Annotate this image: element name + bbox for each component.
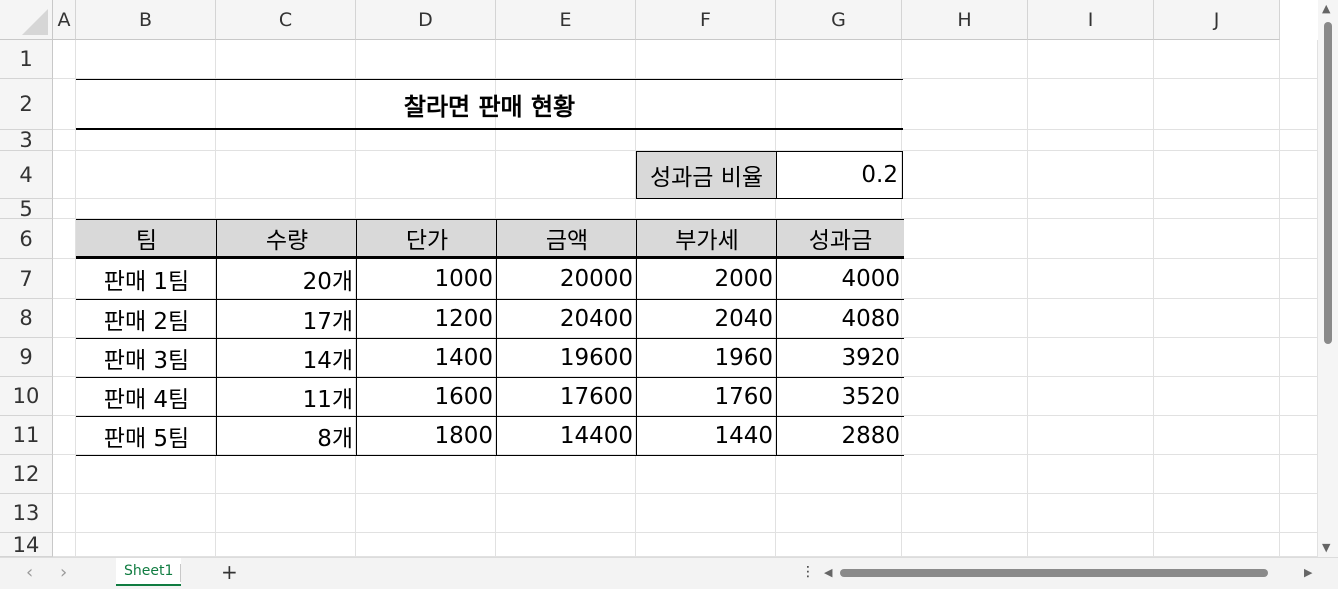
column-header-a[interactable]: A bbox=[53, 0, 76, 40]
row-header-4[interactable]: 4 bbox=[0, 151, 53, 199]
row-header-9[interactable]: 9 bbox=[0, 338, 53, 377]
table-cell[interactable]: 1960 bbox=[636, 338, 777, 378]
table-cell[interactable]: 14개 bbox=[216, 338, 357, 378]
table-cell[interactable]: 14400 bbox=[496, 416, 637, 456]
chevron-right-icon[interactable]: › bbox=[60, 562, 67, 583]
table-header-cell[interactable]: 금액 bbox=[496, 219, 637, 259]
column-header-e[interactable]: E bbox=[496, 0, 636, 40]
vertical-scroll-thumb[interactable] bbox=[1324, 22, 1332, 344]
row-header-3[interactable]: 3 bbox=[0, 130, 53, 151]
sheet-tab-sheet1[interactable]: Sheet1 bbox=[116, 558, 182, 586]
team-name-cell[interactable]: 판매 5팀 bbox=[76, 416, 217, 456]
tab-divider bbox=[180, 564, 181, 582]
bonus-rate-label-cell[interactable]: 성과금 비율 bbox=[636, 151, 777, 199]
table-cell[interactable]: 8개 bbox=[216, 416, 357, 456]
table-cell[interactable]: 2880 bbox=[776, 416, 904, 456]
scroll-left-icon[interactable]: ◀ bbox=[824, 566, 832, 579]
table-cell[interactable]: 4000 bbox=[776, 259, 904, 300]
column-header-f[interactable]: F bbox=[636, 0, 776, 40]
column-header-c[interactable]: C bbox=[216, 0, 356, 40]
column-header-h[interactable]: H bbox=[902, 0, 1028, 40]
table-header-cell[interactable]: 팀 bbox=[76, 219, 217, 259]
table-cell[interactable]: 2040 bbox=[636, 299, 777, 339]
column-header-b[interactable]: B bbox=[76, 0, 216, 40]
vertical-scrollbar[interactable]: ▲ ▼ bbox=[1318, 0, 1338, 557]
team-name-cell[interactable]: 판매 1팀 bbox=[76, 259, 217, 300]
table-header-cell[interactable]: 부가세 bbox=[636, 219, 777, 259]
table-cell[interactable]: 1000 bbox=[356, 259, 497, 300]
table-header-cell[interactable]: 성과금 bbox=[776, 219, 904, 259]
row-header-6[interactable]: 6 bbox=[0, 219, 53, 259]
table-header-cell[interactable]: 단가 bbox=[356, 219, 497, 259]
row-header-2[interactable]: 2 bbox=[0, 79, 53, 130]
table-cell[interactable]: 2000 bbox=[636, 259, 777, 300]
team-name-cell[interactable]: 판매 4팀 bbox=[76, 377, 217, 417]
table-cell[interactable]: 1760 bbox=[636, 377, 777, 417]
column-header-g[interactable]: G bbox=[776, 0, 902, 40]
gridline-horizontal bbox=[53, 493, 1318, 494]
team-name-cell[interactable]: 판매 3팀 bbox=[76, 338, 217, 378]
row-header-5[interactable]: 5 bbox=[0, 199, 53, 219]
bonus-rate-value-cell[interactable]: 0.2 bbox=[776, 151, 903, 199]
scroll-down-icon[interactable]: ▼ bbox=[1322, 541, 1330, 554]
row-header-1[interactable]: 1 bbox=[0, 40, 53, 79]
column-header-j[interactable]: J bbox=[1154, 0, 1280, 40]
sheet-title-cell[interactable]: 찰라면 판매 현황 bbox=[76, 79, 903, 130]
table-cell[interactable]: 3520 bbox=[776, 377, 904, 417]
spreadsheet-grid[interactable]: ABCDEFGHIJ 1 2 3 4 5 6 7 8 9 10 11 12 13 14 찰라면 판매 현황… bbox=[0, 0, 1318, 557]
row-header-14[interactable]: 14 bbox=[0, 533, 53, 557]
column-header-d[interactable]: D bbox=[356, 0, 496, 40]
table-cell[interactable]: 11개 bbox=[216, 377, 357, 417]
table-cell[interactable]: 19600 bbox=[496, 338, 637, 378]
table-cell[interactable]: 17600 bbox=[496, 377, 637, 417]
table-cell[interactable]: 1440 bbox=[636, 416, 777, 456]
scroll-up-icon[interactable]: ▲ bbox=[1322, 2, 1330, 15]
table-cell[interactable]: 1400 bbox=[356, 338, 497, 378]
table-cell[interactable]: 20000 bbox=[496, 259, 637, 300]
select-all-corner[interactable] bbox=[0, 0, 53, 40]
sheet-tab-bar: ‹ › Sheet1 + ⋮ ◀ ▶ bbox=[0, 557, 1338, 589]
select-all-triangle-icon bbox=[22, 9, 48, 35]
more-options-icon[interactable]: ⋮ bbox=[801, 564, 815, 580]
chevron-left-icon[interactable]: ‹ bbox=[26, 562, 33, 583]
row-header-10[interactable]: 10 bbox=[0, 377, 53, 416]
horizontal-scrollbar[interactable]: ◀ ▶ bbox=[824, 564, 1318, 582]
row-header-7[interactable]: 7 bbox=[0, 259, 53, 299]
table-cell[interactable]: 1200 bbox=[356, 299, 497, 339]
table-cell[interactable]: 1800 bbox=[356, 416, 497, 456]
horizontal-scroll-thumb[interactable] bbox=[840, 569, 1268, 577]
table-cell[interactable]: 20개 bbox=[216, 259, 357, 300]
scroll-right-icon[interactable]: ▶ bbox=[1304, 566, 1312, 579]
row-header-8[interactable]: 8 bbox=[0, 299, 53, 338]
column-header-i[interactable]: I bbox=[1028, 0, 1154, 40]
gridline-horizontal bbox=[53, 532, 1318, 533]
row-header-12[interactable]: 12 bbox=[0, 455, 53, 494]
row-header-13[interactable]: 13 bbox=[0, 494, 53, 533]
plus-icon[interactable]: + bbox=[221, 560, 238, 584]
team-name-cell[interactable]: 판매 2팀 bbox=[76, 299, 217, 339]
table-cell[interactable]: 17개 bbox=[216, 299, 357, 339]
table-cell[interactable]: 20400 bbox=[496, 299, 637, 339]
table-header-cell[interactable]: 수량 bbox=[216, 219, 357, 259]
table-cell[interactable]: 4080 bbox=[776, 299, 904, 339]
table-cell[interactable]: 1600 bbox=[356, 377, 497, 417]
table-cell[interactable]: 3920 bbox=[776, 338, 904, 378]
row-header-11[interactable]: 11 bbox=[0, 416, 53, 455]
